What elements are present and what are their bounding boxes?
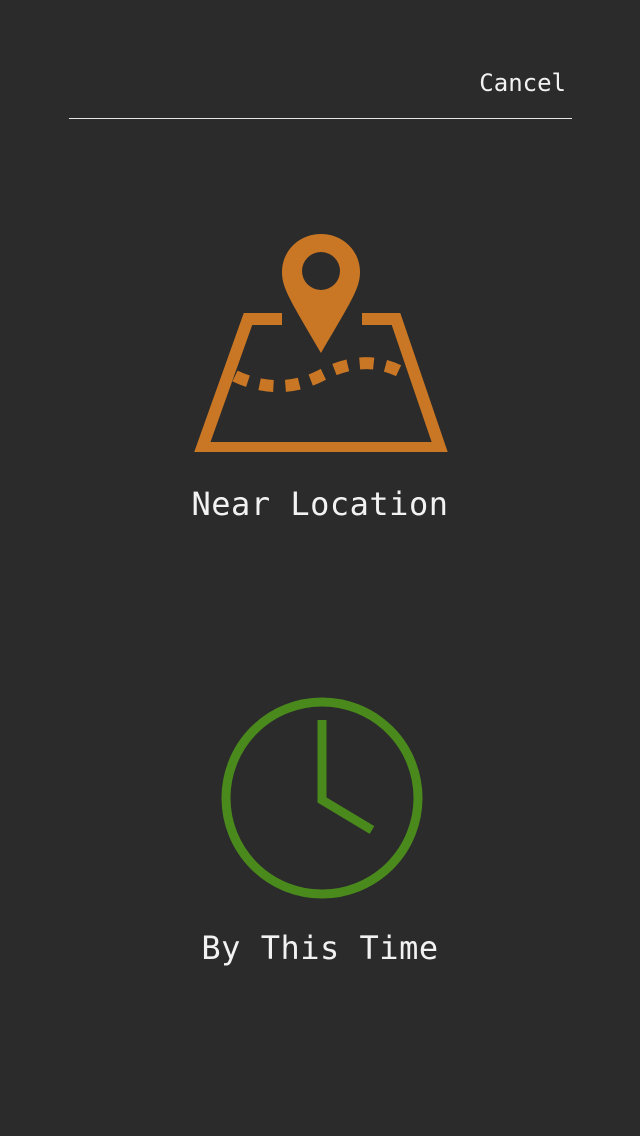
cancel-button[interactable]: Cancel — [479, 68, 566, 98]
by-this-time-option[interactable]: By This Time — [0, 690, 640, 980]
by-this-time-label: By This Time — [201, 929, 439, 967]
map-pin-icon — [194, 234, 448, 452]
clock-icon — [221, 697, 423, 899]
header: Cancel — [69, 0, 572, 119]
near-location-label: Near Location — [191, 485, 449, 523]
near-location-option[interactable]: Near Location — [0, 220, 640, 530]
